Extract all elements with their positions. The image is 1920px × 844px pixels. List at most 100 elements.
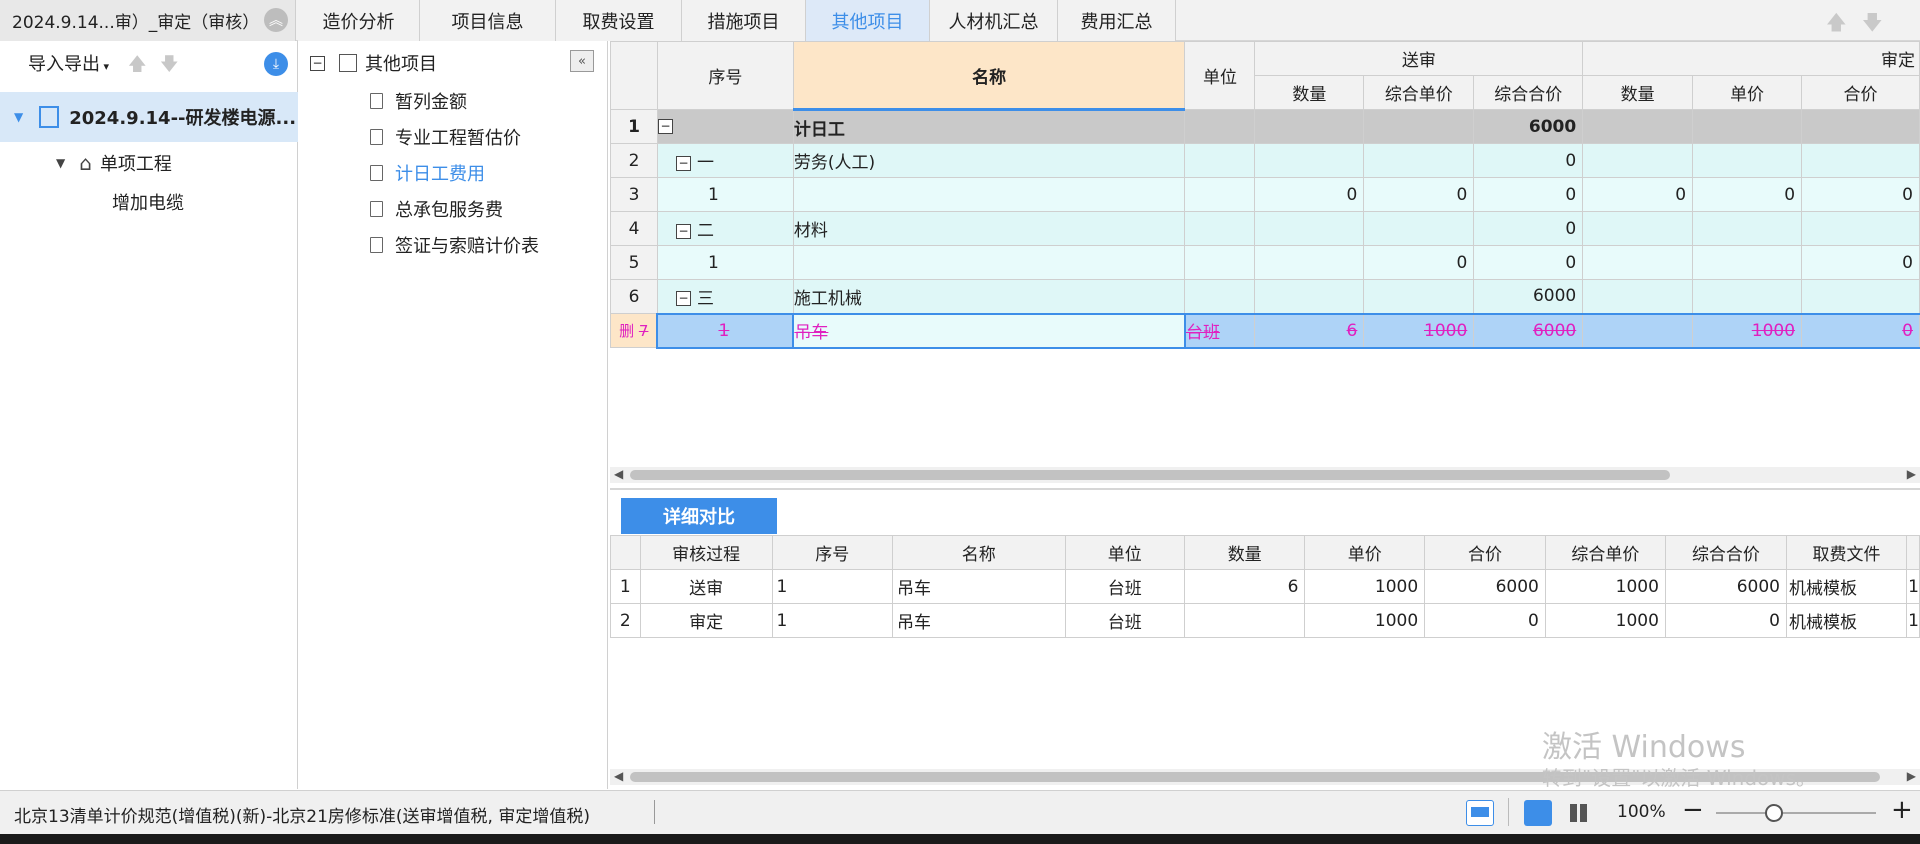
header-name[interactable]: 名称	[792, 41, 1186, 111]
price-cell[interactable]: 1000	[1304, 569, 1426, 604]
approve-qty-cell[interactable]	[1582, 312, 1694, 349]
detail-header-qty[interactable]: 数量	[1183, 535, 1306, 570]
comp-total-cell[interactable]: 6000	[1664, 569, 1787, 604]
total-cell[interactable]: 6000	[1424, 569, 1546, 604]
name-cell[interactable]: 吊车	[792, 312, 1186, 349]
collapse-box-icon[interactable]: −	[675, 291, 691, 307]
expand-icon[interactable]: ▼	[14, 110, 23, 124]
seq-cell[interactable]: 1	[656, 177, 794, 212]
detail-compare-tab[interactable]: 详细对比	[621, 498, 777, 534]
price-cell[interactable]	[1363, 109, 1475, 144]
header-qty[interactable]: 数量	[1254, 75, 1365, 110]
collapse-panel-icon[interactable]: «	[570, 50, 594, 72]
tree-item-daywork-fee[interactable]: 计日工费用	[370, 160, 485, 186]
unit-cell[interactable]	[1184, 279, 1256, 314]
unit-cell[interactable]: 台班	[1064, 569, 1185, 604]
tree-item-general-contract-fee[interactable]: 总承包服务费	[370, 196, 503, 222]
total-cell[interactable]: 0	[1473, 143, 1584, 178]
header-approve-qty[interactable]: 数量	[1582, 75, 1694, 110]
move-down-icon[interactable]: 🡇	[1862, 8, 1883, 42]
approve-total-cell[interactable]	[1801, 143, 1920, 178]
approve-total-cell[interactable]: 0	[1801, 312, 1920, 349]
detail-header-price[interactable]: 单价	[1304, 535, 1426, 570]
tree-sub-node[interactable]: ▼ ⌂ 单项工程	[56, 150, 172, 176]
price-cell[interactable]: 1000	[1304, 603, 1426, 638]
approve-price-cell[interactable]: 0	[1692, 177, 1803, 212]
detail-header-comp-price[interactable]: 综合单价	[1544, 535, 1666, 570]
seq-cell[interactable]: −	[656, 109, 794, 144]
qty-cell[interactable]: 6	[1183, 569, 1306, 604]
process-cell[interactable]: 送审	[639, 569, 773, 604]
total-cell[interactable]: 6000	[1473, 109, 1584, 144]
table-row[interactable]: 2 − 一 劳务(人工) 0	[610, 143, 1920, 178]
name-cell[interactable]: 吊车	[891, 569, 1066, 604]
collapse-icon[interactable]: ︽	[264, 8, 288, 32]
scrollbar-thumb[interactable]	[630, 470, 1670, 480]
header-seq[interactable]: 序号	[656, 41, 794, 110]
comp-price-cell[interactable]: 1000	[1544, 569, 1666, 604]
approve-total-cell[interactable]	[1801, 211, 1920, 246]
approve-total-cell[interactable]	[1801, 109, 1920, 144]
name-cell[interactable]	[792, 245, 1186, 280]
qty-cell[interactable]: 6	[1254, 312, 1365, 349]
seq-cell[interactable]: 1	[656, 245, 794, 280]
detail-header-unit[interactable]: 单位	[1064, 535, 1185, 570]
price-cell[interactable]: 0	[1363, 245, 1475, 280]
down-arrow-icon[interactable]: 🡇	[160, 52, 179, 82]
approve-qty-cell[interactable]: 0	[1582, 177, 1694, 212]
collapse-box-icon[interactable]: −	[310, 55, 325, 71]
approve-total-cell[interactable]: 0	[1801, 245, 1920, 280]
tree-item-specialty-estimate[interactable]: 专业工程暂估价	[370, 124, 521, 150]
approve-total-cell[interactable]: 0	[1801, 177, 1920, 212]
price-cell[interactable]: 1000	[1363, 312, 1475, 349]
scroll-right-icon[interactable]: ▶	[1907, 467, 1916, 481]
seq-cell[interactable]: 1	[771, 569, 893, 604]
extra-cell[interactable]: 1	[1906, 569, 1920, 604]
total-cell[interactable]: 6000	[1473, 312, 1584, 349]
tab-measures[interactable]: 措施项目	[682, 0, 806, 41]
price-cell[interactable]	[1363, 143, 1475, 178]
comp-total-cell[interactable]: 0	[1664, 603, 1787, 638]
layout-columns-icon[interactable]	[1570, 804, 1588, 822]
layout-horizontal-icon[interactable]	[1466, 800, 1494, 826]
seq-cell[interactable]: 1	[656, 312, 794, 349]
scroll-right-icon[interactable]: ▶	[1907, 769, 1916, 783]
name-cell[interactable]: 劳务(人工)	[792, 143, 1186, 178]
approve-price-cell[interactable]	[1692, 245, 1803, 280]
approve-qty-cell[interactable]	[1582, 279, 1694, 314]
horizontal-scrollbar[interactable]: ◀ ▶	[610, 467, 1920, 483]
approve-price-cell[interactable]	[1692, 211, 1803, 246]
collapse-box-icon[interactable]: −	[675, 223, 691, 239]
total-cell[interactable]: 0	[1473, 177, 1584, 212]
unit-cell[interactable]	[1184, 109, 1256, 144]
tree-leaf-node[interactable]: 增加电缆	[112, 189, 184, 215]
zoom-slider[interactable]	[1716, 812, 1876, 814]
expand-icon[interactable]: ▼	[56, 156, 65, 170]
collapse-box-icon[interactable]: −	[675, 155, 691, 171]
project-title[interactable]: 2024.9.14...审）_审定（审核） ︽	[0, 0, 296, 41]
scroll-left-icon[interactable]: ◀	[614, 467, 623, 481]
header-approve-price[interactable]: 单价	[1692, 75, 1803, 110]
qty-cell[interactable]	[1254, 211, 1365, 246]
tree-project-node[interactable]: ▼ 2024.9.14--研发楼电源...	[0, 92, 298, 142]
table-row[interactable]: 6 − 三 施工机械 6000	[610, 279, 1920, 314]
approve-price-cell[interactable]	[1692, 109, 1803, 144]
tree-item-provisional-sum[interactable]: 暂列金额	[370, 88, 467, 114]
table-row-selected[interactable]: 删 7 1 吊车 台班 6 1000 6000 1000 0	[610, 312, 1920, 349]
tab-labor-material-summary[interactable]: 人材机汇总	[930, 0, 1058, 41]
unit-cell[interactable]	[1184, 245, 1256, 280]
qty-cell[interactable]	[1254, 109, 1365, 144]
move-up-icon[interactable]: 🡅	[1826, 8, 1847, 42]
unit-cell[interactable]: 台班	[1184, 312, 1256, 349]
extra-cell[interactable]: 1	[1906, 603, 1920, 638]
layout-split-icon[interactable]	[1524, 800, 1552, 826]
scroll-left-icon[interactable]: ◀	[614, 769, 623, 783]
name-cell[interactable]: 吊车	[891, 603, 1066, 638]
detail-header-name[interactable]: 名称	[891, 535, 1066, 570]
zoom-slider-handle[interactable]	[1765, 804, 1783, 822]
detail-header-seq[interactable]: 序号	[771, 535, 893, 570]
approve-qty-cell[interactable]	[1582, 211, 1694, 246]
approve-price-cell[interactable]: 1000	[1692, 312, 1803, 349]
price-cell[interactable]	[1363, 211, 1475, 246]
unit-cell[interactable]	[1184, 177, 1256, 212]
